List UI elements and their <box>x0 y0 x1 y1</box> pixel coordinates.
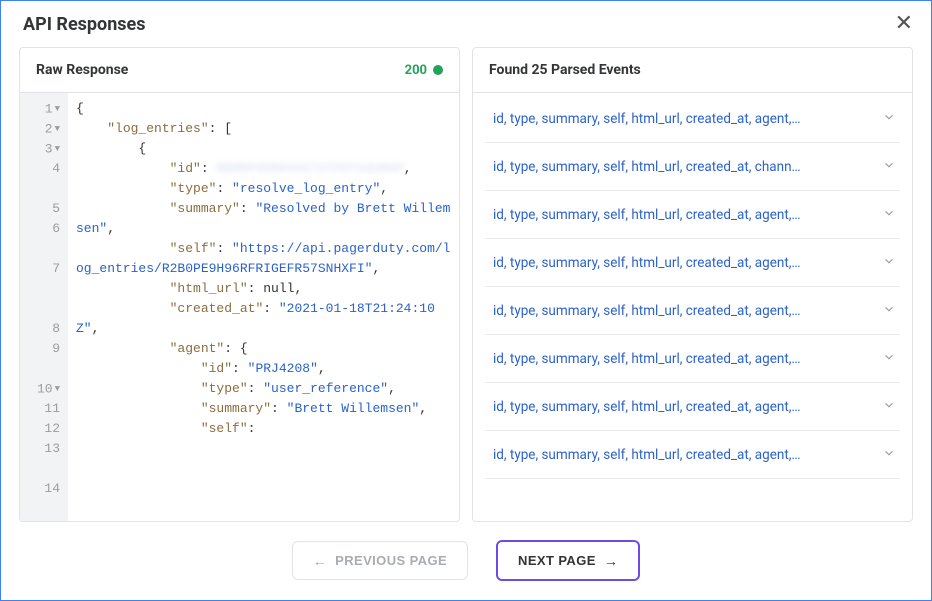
event-row[interactable]: id, type, summary, self, html_url, creat… <box>485 335 900 383</box>
status-dot-icon <box>433 65 443 75</box>
arrow-right-icon: → <box>604 554 618 568</box>
event-summary: id, type, summary, self, html_url, creat… <box>493 111 800 127</box>
event-row[interactable]: id, type, summary, self, html_url, creat… <box>485 143 900 191</box>
previous-page-label: PREVIOUS PAGE <box>335 553 447 568</box>
event-summary: id, type, summary, self, html_url, creat… <box>493 207 800 223</box>
parsed-events-panel: Found 25 Parsed Events id, type, summary… <box>472 47 913 522</box>
chevron-down-icon <box>882 397 896 416</box>
raw-response-panel: Raw Response 200 1▼2▼3▼4 56 7 89 10▼1112… <box>19 47 460 522</box>
event-row[interactable]: id, type, summary, self, html_url, creat… <box>485 383 900 431</box>
event-summary: id, type, summary, self, html_url, creat… <box>493 303 800 319</box>
raw-response-title: Raw Response <box>36 62 128 78</box>
event-row[interactable]: id, type, summary, self, html_url, creat… <box>485 239 900 287</box>
next-page-label: NEXT PAGE <box>518 553 596 568</box>
chevron-down-icon <box>882 301 896 320</box>
event-summary: id, type, summary, self, html_url, creat… <box>493 159 801 175</box>
chevron-down-icon <box>882 109 896 128</box>
event-summary: id, type, summary, self, html_url, creat… <box>493 399 800 415</box>
parsed-events-list[interactable]: id, type, summary, self, html_url, creat… <box>473 93 912 521</box>
event-summary: id, type, summary, self, html_url, creat… <box>493 447 800 463</box>
chevron-down-icon <box>882 253 896 272</box>
chevron-down-icon <box>882 205 896 224</box>
status-badge: 200 <box>405 63 443 78</box>
chevron-down-icon <box>882 349 896 368</box>
code-block: { "log_entries": [ { "id": RBMRP9DRKH9ST… <box>68 93 459 521</box>
next-page-button[interactable]: NEXT PAGE → <box>496 540 640 581</box>
arrow-left-icon: ← <box>313 554 327 568</box>
chevron-down-icon <box>882 157 896 176</box>
code-gutter: 1▼2▼3▼4 56 7 89 10▼111213 14 <box>20 93 68 521</box>
event-summary: id, type, summary, self, html_url, creat… <box>493 255 800 271</box>
page-title: API Responses <box>23 14 146 35</box>
event-row[interactable]: id, type, summary, self, html_url, creat… <box>485 431 900 479</box>
event-summary: id, type, summary, self, html_url, creat… <box>493 351 800 367</box>
parsed-events-title: Found 25 Parsed Events <box>489 62 641 78</box>
event-row[interactable]: id, type, summary, self, html_url, creat… <box>485 191 900 239</box>
event-row[interactable]: id, type, summary, self, html_url, creat… <box>485 103 900 143</box>
event-row[interactable]: id, type, summary, self, html_url, creat… <box>485 287 900 335</box>
raw-response-body[interactable]: 1▼2▼3▼4 56 7 89 10▼111213 14 { "log_entr… <box>20 93 459 521</box>
close-icon[interactable]: ✕ <box>895 13 913 35</box>
previous-page-button[interactable]: ← PREVIOUS PAGE <box>292 541 468 580</box>
status-code: 200 <box>405 63 427 78</box>
chevron-down-icon <box>882 445 896 464</box>
